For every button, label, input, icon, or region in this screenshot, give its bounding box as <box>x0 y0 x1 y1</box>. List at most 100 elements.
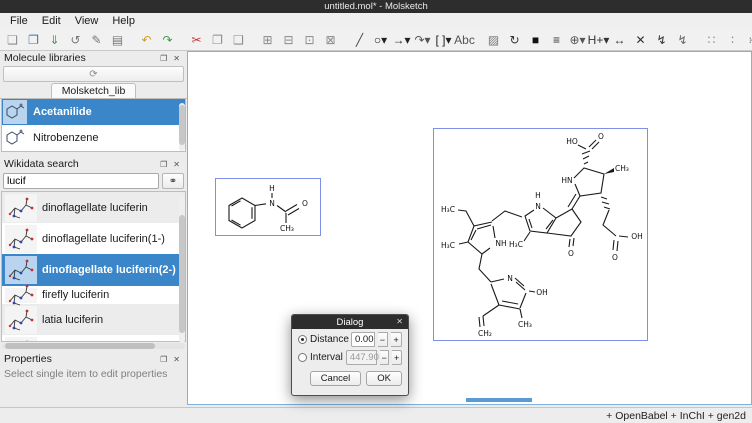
molecule-dinoflagellate-luciferin[interactable]: HO O HN CH₃ H N H₃C O OH O H₃C H₃C NH N … <box>433 128 648 341</box>
molecule-libraries-dock: Molecule libraries ❐ ✕ ⟳ Molsketch_lib <box>0 51 187 152</box>
molecule-thumbnail <box>5 225 37 253</box>
search-button[interactable]: ⚭ <box>162 173 184 189</box>
interval-minus-button[interactable]: − <box>380 350 390 365</box>
library-item-acetanilide[interactable]: Acetanilide <box>2 99 185 125</box>
selection-tool-icon[interactable]: ▨ <box>484 30 503 49</box>
text-tool-icon[interactable]: Abc <box>455 30 474 49</box>
stereo-tool-2-icon[interactable]: ∶ <box>723 30 742 49</box>
library-scrollbar[interactable] <box>179 103 185 151</box>
interval-plus-button[interactable]: + <box>392 350 402 365</box>
molecule-acetanilide[interactable]: H N O CH₃ <box>215 178 321 236</box>
cut-icon[interactable]: ✂ <box>187 30 206 49</box>
save-icon[interactable]: ⇓ <box>45 30 64 49</box>
float-icon[interactable]: ❐ <box>157 160 170 169</box>
hydrogen-tool-icon[interactable]: H+▾ <box>589 30 608 49</box>
wedge-bond-icon[interactable]: ↯ <box>652 30 671 49</box>
new-document-icon[interactable]: ❏ <box>3 30 22 49</box>
drawing-canvas[interactable]: H N O CH₃ <box>187 51 752 405</box>
close-icon[interactable]: ✕ <box>170 355 183 364</box>
distance-value[interactable]: 0.00 <box>351 332 375 347</box>
molecule-thumbnail <box>5 194 37 222</box>
dialog-titlebar[interactable]: Dialog ✕ <box>292 315 408 329</box>
distance-row: Distance 0.00 − + <box>292 329 408 347</box>
library-refresh-button[interactable]: ⟳ <box>3 66 184 82</box>
zoom-out-icon[interactable]: ⊟ <box>279 30 298 49</box>
atom-label-h3c: H₃C <box>441 205 455 214</box>
distance-plus-button[interactable]: + <box>391 332 402 347</box>
atom-label-h: H <box>269 184 275 193</box>
window-titlebar[interactable]: untitled.mol* - Molsketch <box>0 0 752 13</box>
interval-row: Interval 447.90 − + <box>292 347 408 365</box>
hash-bond-icon[interactable]: ↯ <box>673 30 692 49</box>
wikidata-item-dinoflagellate-luciferin-1[interactable]: dinoflagellate luciferin(1-) <box>2 223 185 254</box>
toolbar: ❏ ❐ ⇓ ↺ ✎ ▤ ↶ ↷ ✂ ❐ ❑ ⊞ ⊟ ⊡ ⊠ ╱ <box>0 29 752 51</box>
cancel-button[interactable]: Cancel <box>310 371 362 386</box>
revert-icon[interactable]: ↺ <box>66 30 85 49</box>
tab-molsketch-lib[interactable]: Molsketch_lib <box>51 83 137 98</box>
stereo-tool-3-icon[interactable]: ∺ <box>744 30 752 49</box>
main-content: Molecule libraries ❐ ✕ ⟳ Molsketch_lib <box>0 51 752 407</box>
wikidata-item-firefly-luciferin[interactable]: firefly luciferin <box>2 286 185 304</box>
bracket-tool-icon[interactable]: [ ]▾ <box>434 30 453 49</box>
menu-view[interactable]: View <box>68 14 106 28</box>
distance-radio[interactable] <box>298 335 307 344</box>
wikidata-item-dinoflagellate-luciferin[interactable]: dinoflagellate luciferin <box>2 192 185 223</box>
ring-tool-icon[interactable]: ○▾ <box>371 30 390 49</box>
edit-document-icon[interactable]: ✎ <box>87 30 106 49</box>
molecule-thumbnail <box>3 126 27 150</box>
wikidata-search-header: Wikidata search ❐ ✕ <box>0 157 187 171</box>
molecule-thumbnail <box>5 288 37 303</box>
undo-icon[interactable]: ↶ <box>137 30 156 49</box>
wikidata-search-title: Wikidata search <box>4 158 79 170</box>
line-width-icon[interactable]: ≡ <box>547 30 566 49</box>
ok-button[interactable]: OK <box>366 371 402 386</box>
draw-line-icon[interactable]: ╱ <box>350 30 369 49</box>
wikidata-item-label: dinoflagellate luciferin(1-) <box>42 233 165 245</box>
molecule-thumbnail <box>5 306 37 334</box>
print-icon[interactable]: ▤ <box>108 30 127 49</box>
float-icon[interactable]: ❐ <box>157 54 170 63</box>
dialog-title: Dialog <box>337 317 364 328</box>
mechanism-arrow-icon[interactable]: ↷▾ <box>413 30 432 49</box>
wikidata-item-partial[interactable] <box>2 335 185 342</box>
menu-file[interactable]: File <box>3 14 35 28</box>
zoom-in-icon[interactable]: ⊞ <box>258 30 277 49</box>
canvas-hscrollbar-thumb[interactable] <box>466 398 532 402</box>
distance-minus-button[interactable]: − <box>378 332 389 347</box>
redo-icon[interactable]: ↷ <box>158 30 177 49</box>
wikidata-scrollbar[interactable] <box>179 197 185 343</box>
library-item-nitrobenzene[interactable]: Nitrobenzene <box>2 125 185 151</box>
dialog-window[interactable]: Dialog ✕ Distance 0.00 − + Interval 447.… <box>291 314 409 396</box>
search-input[interactable] <box>3 173 159 189</box>
charge-tool-icon[interactable]: ⊕▾ <box>568 30 587 49</box>
close-icon[interactable]: ✕ <box>170 160 183 169</box>
zoom-fit-icon[interactable]: ⊠ <box>321 30 340 49</box>
menu-edit[interactable]: Edit <box>35 14 68 28</box>
properties-message: Select single item to edit properties <box>0 366 187 382</box>
wikidata-search-dock: Wikidata search ❐ ✕ ⚭ <box>0 157 187 350</box>
copy-icon[interactable]: ❐ <box>208 30 227 49</box>
close-icon[interactable]: ✕ <box>170 54 183 63</box>
atom-label-n: N <box>535 202 541 211</box>
rotate-tool-icon[interactable]: ↻ <box>505 30 524 49</box>
wikidata-item-latia-luciferin[interactable]: latia luciferin <box>2 304 185 335</box>
arrow-tool-icon[interactable]: →▾ <box>392 30 411 49</box>
wikidata-hscrollbar[interactable] <box>2 343 185 349</box>
float-icon[interactable]: ❐ <box>157 355 170 364</box>
wikidata-item-label: dinoflagellate luciferin <box>42 202 148 214</box>
close-icon[interactable]: ✕ <box>396 315 403 329</box>
menu-help[interactable]: Help <box>105 14 142 28</box>
interval-value[interactable]: 447.90 <box>346 350 377 365</box>
stereo-tool-1-icon[interactable]: ∷ <box>702 30 721 49</box>
atom-label-o: O <box>612 253 618 262</box>
open-folder-icon[interactable]: ❐ <box>24 30 43 49</box>
paste-icon[interactable]: ❑ <box>229 30 248 49</box>
align-tool-icon[interactable]: ↔ <box>610 30 629 49</box>
properties-title: Properties <box>4 353 52 365</box>
dialog-buttons: Cancel OK <box>292 365 408 386</box>
delete-tool-icon[interactable]: ✕ <box>631 30 650 49</box>
wikidata-item-dinoflagellate-luciferin-2[interactable]: dinoflagellate luciferin(2-) <box>2 254 185 286</box>
color-swatch-icon[interactable]: ■ <box>526 30 545 49</box>
zoom-original-icon[interactable]: ⊡ <box>300 30 319 49</box>
interval-radio[interactable] <box>298 353 307 362</box>
